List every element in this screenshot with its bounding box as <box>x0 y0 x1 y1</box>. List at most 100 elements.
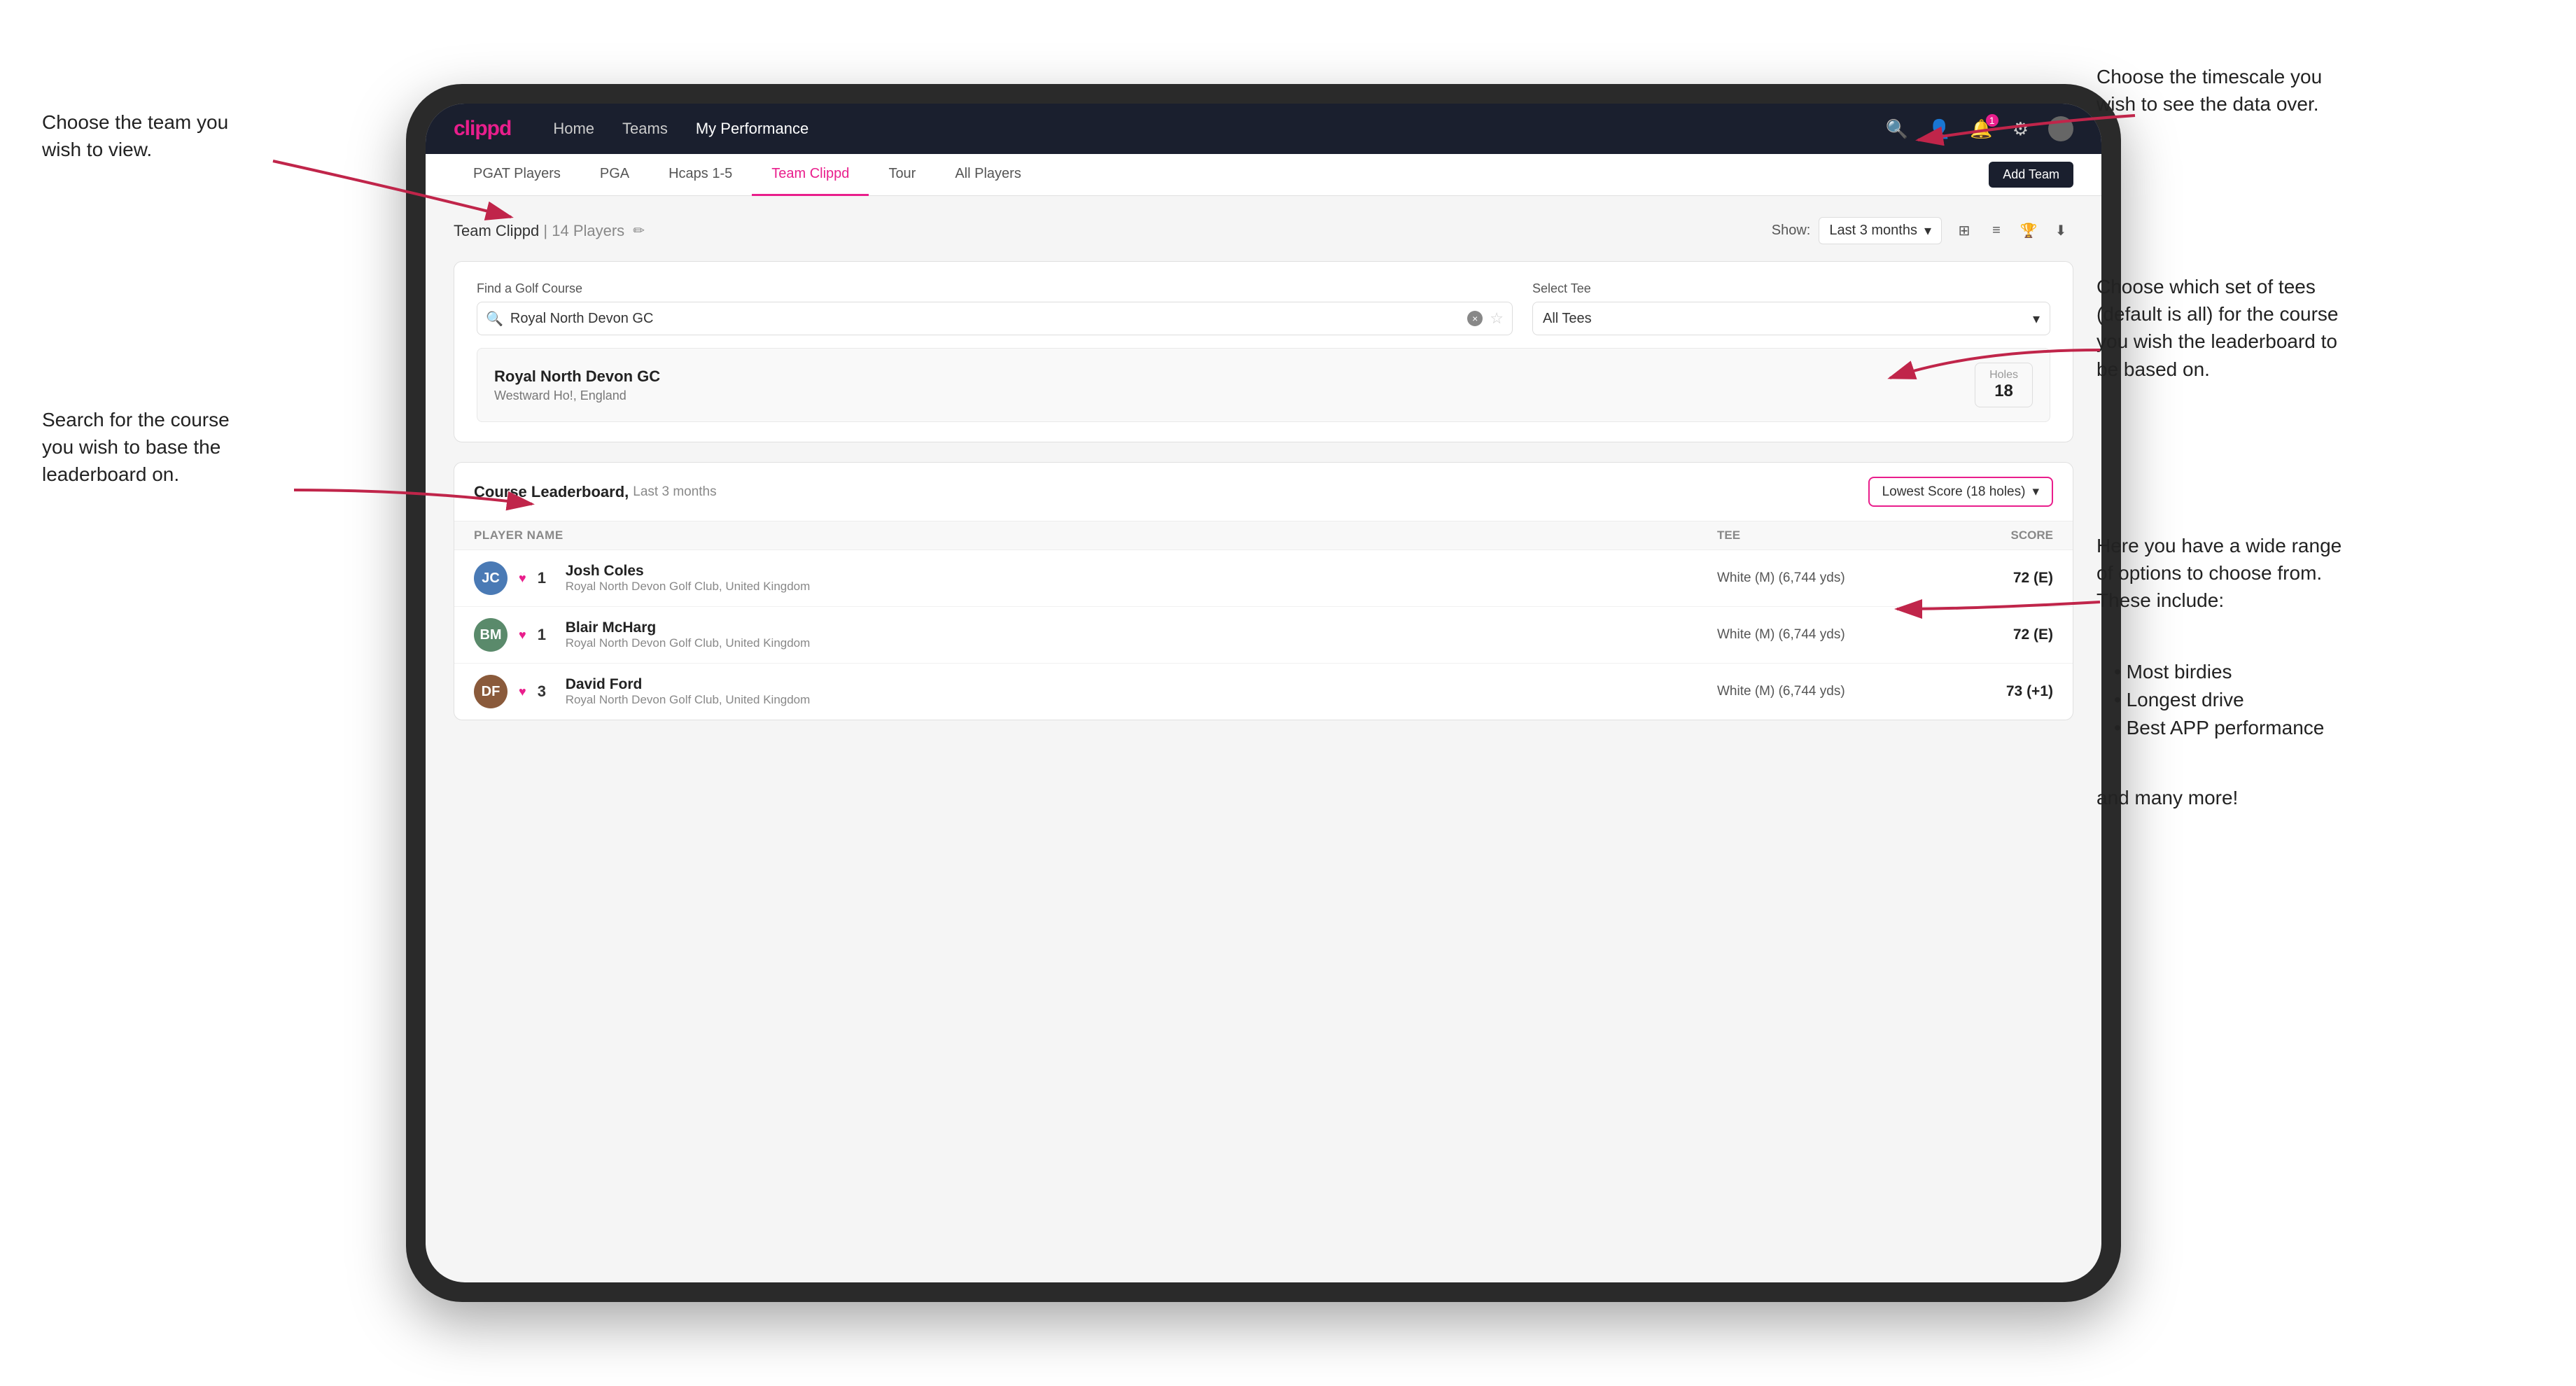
search-small-icon: 🔍 <box>486 310 503 328</box>
tab-pga[interactable]: PGA <box>580 154 649 196</box>
leaderboard-panel: Course Leaderboard, Last 3 months Lowest… <box>454 462 2073 720</box>
player-rank: 1 <box>538 626 554 644</box>
bullet-item: Best APP performance <box>2114 714 2324 742</box>
team-title: Team Clippd | 14 Players <box>454 222 624 240</box>
tee-select[interactable]: All Tees ▾ <box>1532 302 2050 335</box>
sub-nav: PGAT Players PGA Hcaps 1-5 Team Clippd T… <box>426 154 2101 196</box>
add-team-button[interactable]: Add Team <box>1989 162 2073 188</box>
player-details: David Ford Royal North Devon Golf Club, … <box>566 676 811 707</box>
heart-icon: ♥ <box>519 571 526 586</box>
avatar-josh-coles: JC <box>474 561 507 595</box>
team-header: Team Clippd | 14 Players ✏ Show: Last 3 … <box>454 217 2073 244</box>
score-col: 72 (E) <box>1913 570 2053 587</box>
tee-col: White (M) (6,744 yds) <box>1717 570 1913 586</box>
tee-value: All Tees <box>1543 311 1592 327</box>
bullet-item: Longest drive <box>2114 686 2324 714</box>
avatar[interactable] <box>2048 116 2073 141</box>
select-tee-group: Select Tee All Tees ▾ <box>1532 281 2050 335</box>
search-icon[interactable]: 🔍 <box>1886 118 1908 140</box>
settings-icon[interactable]: ⚙ <box>2012 118 2029 140</box>
score-col: 73 (+1) <box>1913 683 2053 700</box>
annotation-and-more: and many more! <box>2096 784 2238 811</box>
holes-value: 18 <box>1989 382 2018 401</box>
clear-search-button[interactable]: × <box>1467 311 1483 326</box>
table-row: JC ♥ 1 Josh Coles Royal North Devon Golf… <box>454 550 2073 607</box>
tab-pgat-players[interactable]: PGAT Players <box>454 154 580 196</box>
tablet-screen: clippd Home Teams My Performance 🔍 👤 🔔1 … <box>426 104 2101 1282</box>
course-search-panel: Find a Golf Course 🔍 Royal North Devon G… <box>454 261 2073 442</box>
nav-my-performance[interactable]: My Performance <box>696 120 808 138</box>
score-col: 72 (E) <box>1913 626 2053 643</box>
player-details: Josh Coles Royal North Devon Golf Club, … <box>566 563 811 594</box>
table-header: PLAYER NAME TEE SCORE <box>454 522 2073 550</box>
edit-icon[interactable]: ✏ <box>633 222 645 239</box>
avatar-david-ford: DF <box>474 675 507 708</box>
leaderboard-header: Course Leaderboard, Last 3 months Lowest… <box>454 463 2073 522</box>
tab-tour[interactable]: Tour <box>869 154 935 196</box>
annotation-bullet-list: Most birdies Longest drive Best APP perf… <box>2114 658 2324 742</box>
annotation-options: Here you have a wide rangeof options to … <box>2096 532 2342 615</box>
player-name: Blair McHarg <box>566 620 811 636</box>
player-name: Josh Coles <box>566 563 811 580</box>
main-content: Team Clippd | 14 Players ✏ Show: Last 3 … <box>426 196 2101 741</box>
bullet-item: Most birdies <box>2114 658 2324 686</box>
download-icon[interactable]: ⬇ <box>2048 218 2073 244</box>
annotation-timescale: Choose the timescale youwish to see the … <box>2096 63 2322 118</box>
bell-icon[interactable]: 🔔1 <box>1970 118 1992 140</box>
view-icons: ⊞ ≡ 🏆 ⬇ <box>1952 218 2073 244</box>
course-name: Royal North Devon GC <box>494 368 1975 386</box>
tab-hcaps[interactable]: Hcaps 1-5 <box>649 154 752 196</box>
course-search-input-wrap[interactable]: 🔍 Royal North Devon GC × ☆ <box>477 302 1513 335</box>
course-result: Royal North Devon GC Westward Ho!, Engla… <box>477 348 2050 422</box>
course-panel-row: Find a Golf Course 🔍 Royal North Devon G… <box>477 281 2050 335</box>
col-header-player: PLAYER NAME <box>474 528 1717 542</box>
course-info: Royal North Devon GC Westward Ho!, Engla… <box>494 368 1975 403</box>
trophy-icon[interactable]: 🏆 <box>2016 218 2041 244</box>
heart-icon: ♥ <box>519 685 526 699</box>
grid-view-icon[interactable]: ⊞ <box>1952 218 1977 244</box>
score-type-label: Lowest Score (18 holes) <box>1882 484 2026 500</box>
leaderboard-table: PLAYER NAME TEE SCORE JC ♥ 1 Josh Coles <box>454 522 2073 720</box>
nav-teams[interactable]: Teams <box>622 120 668 138</box>
show-dropdown[interactable]: Last 3 months ▾ <box>1819 217 1942 244</box>
tab-team-clippd[interactable]: Team Clippd <box>752 154 869 196</box>
holes-box: Holes 18 <box>1975 363 2033 407</box>
player-col: DF ♥ 3 David Ford Royal North Devon Golf… <box>474 675 1717 708</box>
annotation-course-search: Search for the courseyou wish to base th… <box>42 406 230 489</box>
player-col: JC ♥ 1 Josh Coles Royal North Devon Golf… <box>474 561 1717 595</box>
lb-subtitle: Last 3 months <box>633 484 716 500</box>
app-navbar: clippd Home Teams My Performance 🔍 👤 🔔1 … <box>426 104 2101 154</box>
score-type-button[interactable]: Lowest Score (18 holes) ▾ <box>1868 477 2053 507</box>
annotation-tee-choice: Choose which set of tees(default is all)… <box>2096 273 2339 383</box>
tee-label: Select Tee <box>1532 281 2050 296</box>
score-type-chevron: ▾ <box>2032 484 2039 500</box>
nav-home[interactable]: Home <box>553 120 594 138</box>
tablet-frame: clippd Home Teams My Performance 🔍 👤 🔔1 … <box>406 84 2121 1302</box>
person-icon[interactable]: 👤 <box>1928 118 1950 140</box>
lb-title: Course Leaderboard, <box>474 483 629 501</box>
holes-label: Holes <box>1989 369 2018 382</box>
heart-icon: ♥ <box>519 628 526 643</box>
player-name: David Ford <box>566 676 811 693</box>
tab-all-players[interactable]: All Players <box>935 154 1040 196</box>
list-view-icon[interactable]: ≡ <box>1984 218 2009 244</box>
nav-icons: 🔍 👤 🔔1 ⚙ <box>1886 116 2073 141</box>
favorite-icon[interactable]: ☆ <box>1490 309 1504 328</box>
player-col: BM ♥ 1 Blair McHarg Royal North Devon Go… <box>474 618 1717 652</box>
player-club: Royal North Devon Golf Club, United King… <box>566 580 811 594</box>
table-row: BM ♥ 1 Blair McHarg Royal North Devon Go… <box>454 607 2073 664</box>
notification-badge: 1 <box>1986 114 1998 127</box>
tee-col: White (M) (6,744 yds) <box>1717 627 1913 643</box>
chevron-down-icon: ▾ <box>1924 222 1931 239</box>
app-logo: clippd <box>454 117 511 141</box>
annotation-team-choice: Choose the team youwish to view. <box>42 108 228 163</box>
tee-chevron-icon: ▾ <box>2033 310 2040 328</box>
find-course-group: Find a Golf Course 🔍 Royal North Devon G… <box>477 281 1513 335</box>
find-course-label: Find a Golf Course <box>477 281 1513 296</box>
col-header-score: SCORE <box>1913 528 2053 542</box>
player-club: Royal North Devon Golf Club, United King… <box>566 693 811 707</box>
avatar-blair-mcharg: BM <box>474 618 507 652</box>
course-search-value: Royal North Devon GC <box>510 311 1460 327</box>
player-rank: 3 <box>538 682 554 701</box>
course-location: Westward Ho!, England <box>494 388 1975 403</box>
